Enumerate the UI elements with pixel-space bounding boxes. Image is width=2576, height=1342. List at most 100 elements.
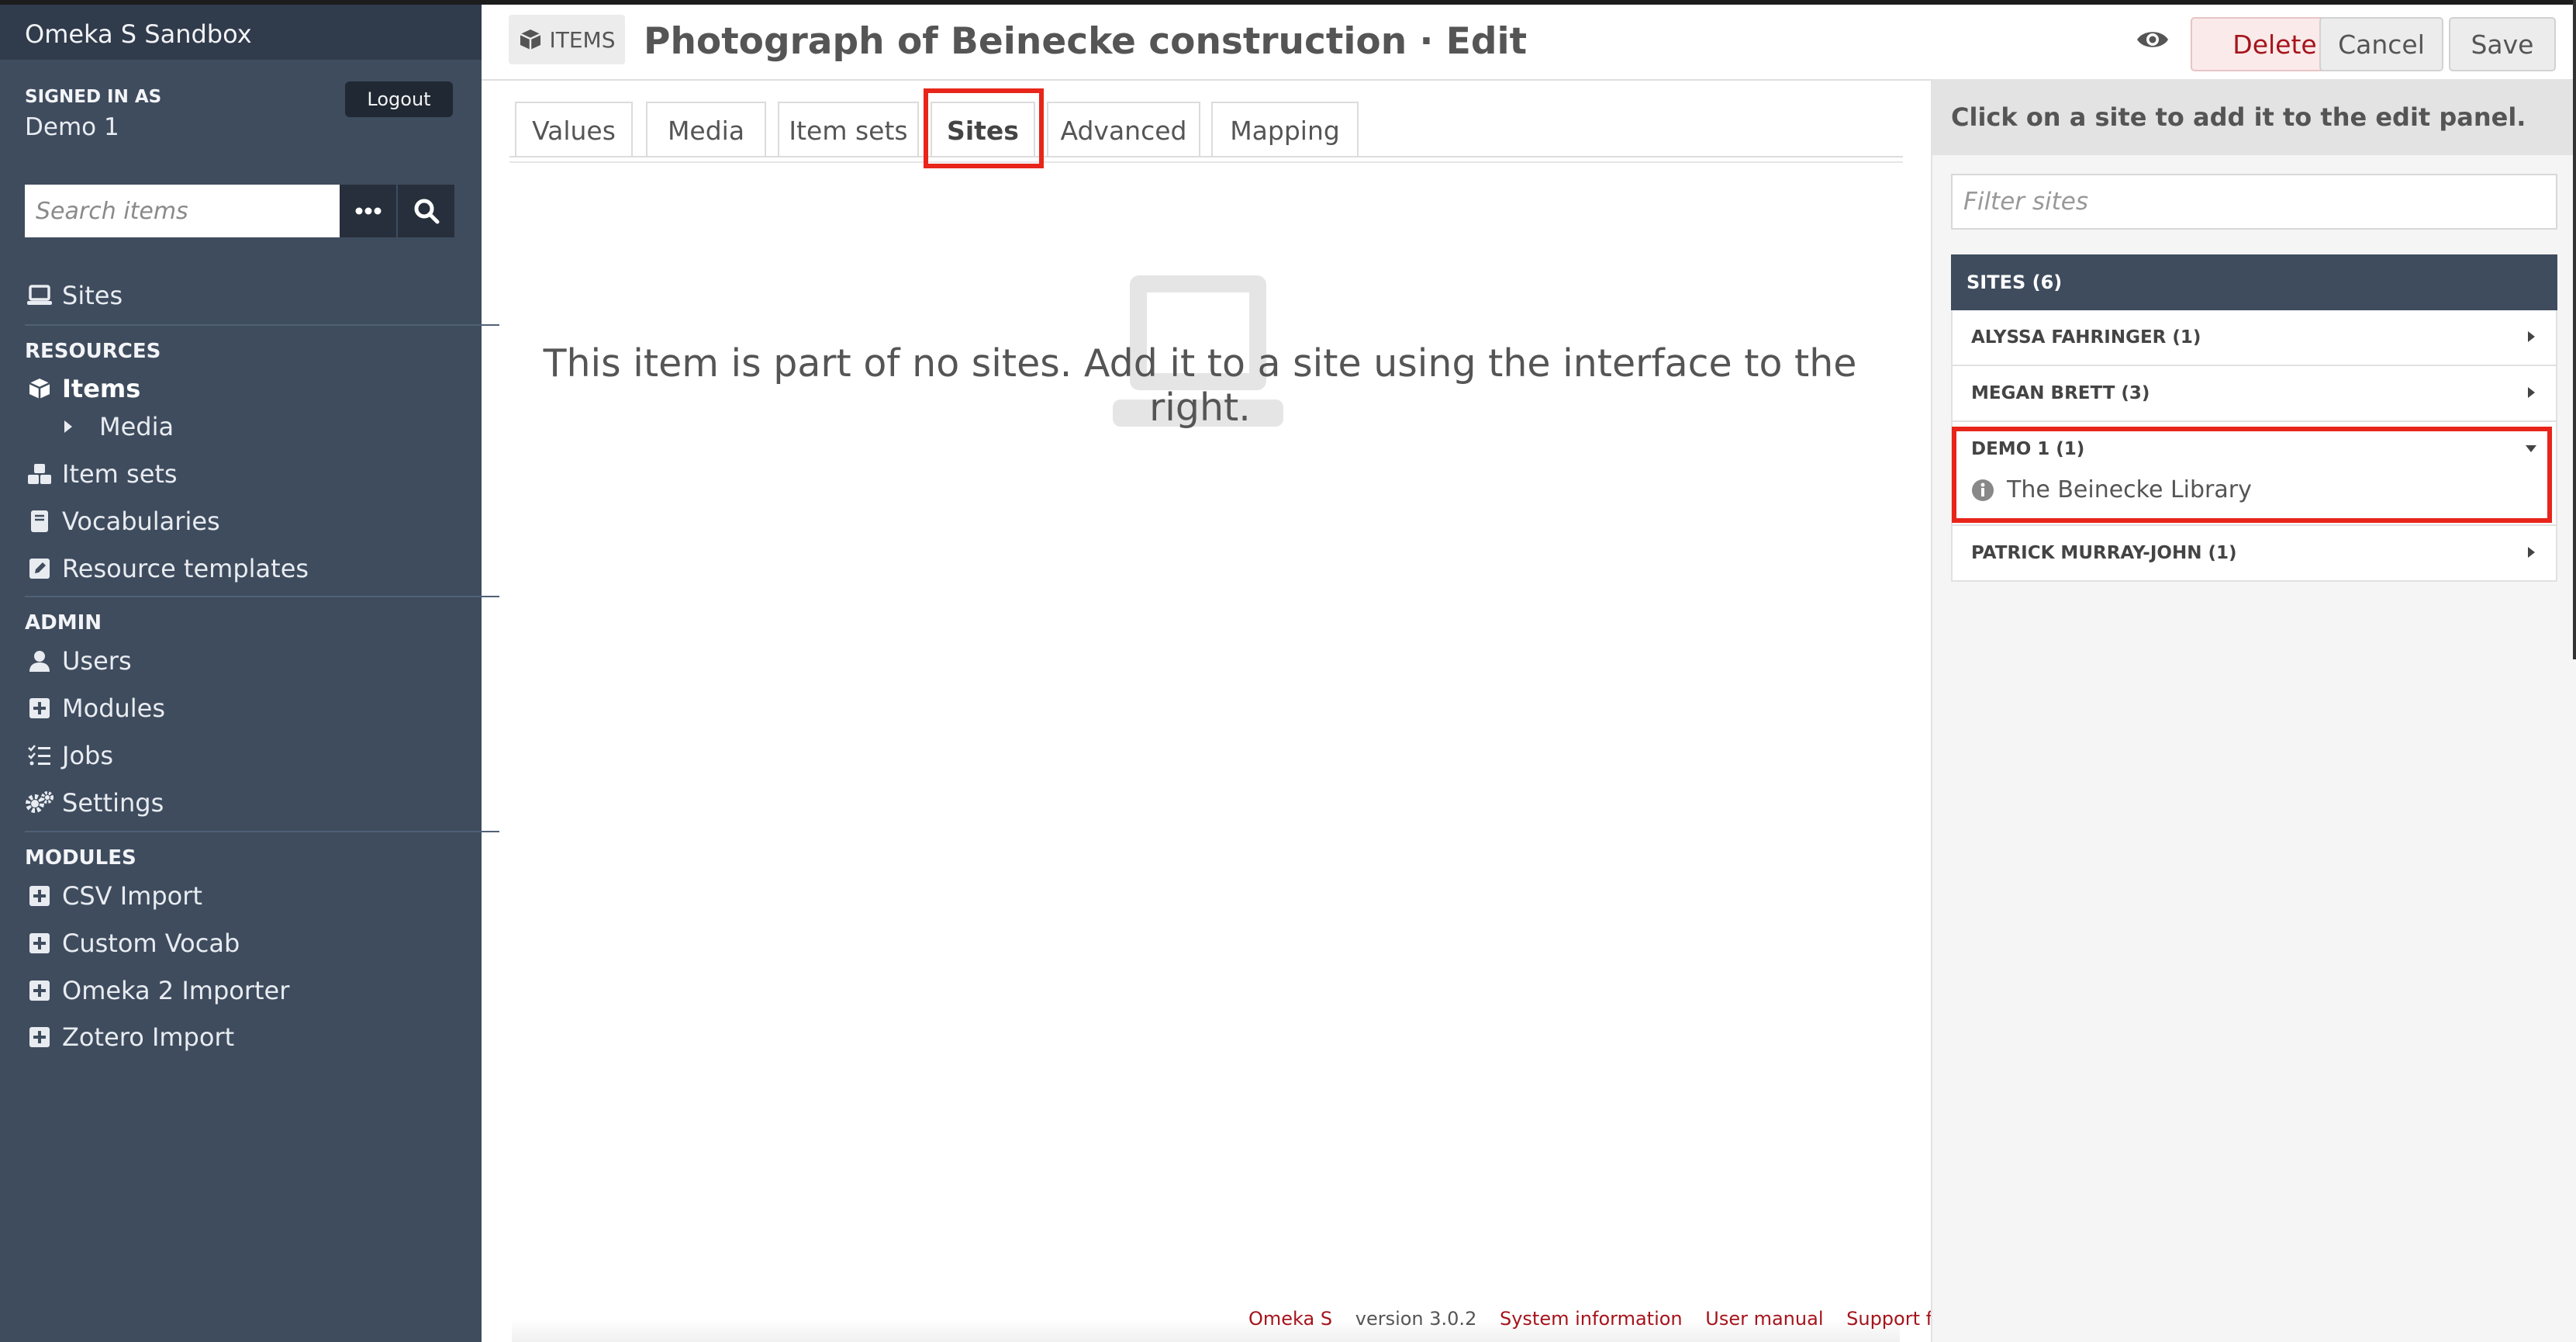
omeka-s-link[interactable]: Omeka S xyxy=(1248,1308,1332,1330)
site-brand[interactable]: Omeka S Sandbox xyxy=(0,0,482,60)
nav-omeka2-importer-label: Omeka 2 Importer xyxy=(62,976,290,1005)
site-item-beinecke-library[interactable]: The Beinecke Library xyxy=(1971,476,2252,503)
modules-heading: MODULES xyxy=(25,846,136,870)
site-group-label: MEGAN BRETT (3) xyxy=(1971,383,2150,403)
caret-right-icon xyxy=(2528,547,2535,558)
cancel-button[interactable]: Cancel xyxy=(2319,17,2443,71)
nav-media[interactable]: Media xyxy=(60,412,174,441)
nav-jobs[interactable]: Jobs xyxy=(25,741,113,770)
sidebar: Omeka S Sandbox SIGNED IN AS Demo 1 Logo… xyxy=(0,0,499,1342)
user-icon xyxy=(25,649,54,673)
plus-square-icon xyxy=(25,931,54,956)
cogs-icon xyxy=(25,790,54,815)
site-group-label: DEMO 1 (1) xyxy=(1971,439,2085,459)
window-edge xyxy=(2573,0,2576,659)
sidebar-divider xyxy=(25,831,499,832)
caret-down-icon xyxy=(2526,445,2536,452)
tab-sites[interactable]: Sites xyxy=(931,102,1035,157)
nav-item-sets[interactable]: Item sets xyxy=(25,459,178,489)
caret-right-icon xyxy=(2528,387,2535,398)
empty-sites-message: This item is part of no sites. Add it to… xyxy=(543,341,1857,430)
site-group-label: ALYSSA FAHRINGER (1) xyxy=(1971,327,2201,348)
system-information-link[interactable]: System information xyxy=(1500,1308,1683,1330)
nav-zotero-import[interactable]: Zotero Import xyxy=(25,1022,234,1052)
plus-square-icon xyxy=(25,884,54,908)
nav-users[interactable]: Users xyxy=(25,646,132,676)
sidebar-search xyxy=(25,185,454,237)
page-title: Photograph of Beinecke construction · Ed… xyxy=(644,20,1528,63)
nav-omeka2-importer[interactable]: Omeka 2 Importer xyxy=(25,976,289,1005)
cube-icon xyxy=(519,29,541,50)
nav-sites[interactable]: Sites xyxy=(25,281,123,310)
nav-zotero-import-label: Zotero Import xyxy=(62,1022,235,1052)
cubes-icon xyxy=(25,462,54,486)
caret-right-icon xyxy=(60,414,76,439)
tabs-rule-secondary xyxy=(509,161,1903,163)
sites-heading[interactable]: SITES (6) xyxy=(1951,254,2557,310)
nav-sites-label: Sites xyxy=(62,281,123,310)
plus-square-icon xyxy=(25,1025,54,1050)
tab-item-sets[interactable]: Item sets xyxy=(778,102,919,157)
tab-mapping[interactable]: Mapping xyxy=(1211,102,1359,157)
nav-jobs-label: Jobs xyxy=(62,741,113,770)
cube-icon xyxy=(25,376,54,401)
laptop-icon xyxy=(25,283,54,308)
search-input[interactable] xyxy=(25,185,340,237)
plus-square-icon xyxy=(25,696,54,721)
nav-resource-templates[interactable]: Resource templates xyxy=(25,554,309,583)
sidebar-divider xyxy=(25,324,499,326)
site-selector-panel: Click on a site to add it to the edit pa… xyxy=(1931,79,2576,1342)
panel-hint: Click on a site to add it to the edit pa… xyxy=(1932,79,2576,155)
nav-modules-label: Modules xyxy=(62,693,166,723)
resources-heading: RESOURCES xyxy=(25,340,161,363)
nav-settings-label: Settings xyxy=(62,788,164,818)
tab-media[interactable]: Media xyxy=(646,102,766,157)
nav-resource-templates-label: Resource templates xyxy=(62,554,309,583)
nav-vocabularies-label: Vocabularies xyxy=(62,507,220,536)
signed-in-label: SIGNED IN AS xyxy=(25,87,162,107)
nav-media-label: Media xyxy=(99,412,174,441)
nav-items-label: Items xyxy=(62,374,141,403)
nav-custom-vocab[interactable]: Custom Vocab xyxy=(25,929,240,958)
nav-csv-import-label: CSV Import xyxy=(62,881,202,911)
sidebar-divider xyxy=(25,596,499,597)
site-group-label: PATRICK MURRAY-JOHN (1) xyxy=(1971,543,2237,563)
user-manual-link[interactable]: User manual xyxy=(1705,1308,1823,1330)
site-item-label: The Beinecke Library xyxy=(2007,476,2252,503)
advanced-search-button[interactable] xyxy=(340,185,397,237)
nav-csv-import[interactable]: CSV Import xyxy=(25,881,202,911)
admin-heading: ADMIN xyxy=(25,611,102,635)
items-breadcrumb[interactable]: ITEMS xyxy=(509,15,625,64)
info-icon[interactable] xyxy=(1971,479,1994,502)
search-button[interactable] xyxy=(398,185,454,237)
nav-users-label: Users xyxy=(62,646,132,676)
tab-values[interactable]: Values xyxy=(515,102,633,157)
book-icon xyxy=(25,509,54,534)
nav-modules[interactable]: Modules xyxy=(25,693,165,723)
view-public-button[interactable] xyxy=(2136,26,2170,53)
page-header: ITEMS Photograph of Beinecke constructio… xyxy=(482,5,2576,81)
logout-button[interactable]: Logout xyxy=(345,81,453,117)
site-group-row[interactable]: MEGAN BRETT (3) xyxy=(1951,366,2557,422)
site-group-row[interactable]: PATRICK MURRAY-JOHN (1) xyxy=(1951,526,2557,582)
caret-right-icon xyxy=(2528,331,2535,342)
tasks-icon xyxy=(25,743,54,768)
nav-item-sets-label: Item sets xyxy=(62,459,178,489)
nav-custom-vocab-label: Custom Vocab xyxy=(62,929,240,958)
nav-settings[interactable]: Settings xyxy=(25,788,164,818)
footer: Omeka S version 3.0.2 System information… xyxy=(1248,1308,2008,1330)
nav-items[interactable]: Items xyxy=(25,374,140,403)
search-icon xyxy=(414,199,440,224)
edit-square-icon xyxy=(25,556,54,581)
eye-icon xyxy=(2137,32,2168,47)
plus-square-icon xyxy=(25,978,54,1003)
ellipsis-icon xyxy=(355,207,382,215)
version-text: version 3.0.2 xyxy=(1355,1308,1477,1330)
site-group-row-expanded[interactable]: DEMO 1 (1) The Beinecke Library xyxy=(1951,422,2557,526)
site-group-row[interactable]: ALYSSA FAHRINGER (1) xyxy=(1951,310,2557,366)
filter-sites-input[interactable] xyxy=(1951,174,2557,230)
save-button[interactable]: Save xyxy=(2449,17,2556,71)
signed-in-user[interactable]: Demo 1 xyxy=(25,113,119,141)
tab-advanced[interactable]: Advanced xyxy=(1047,102,1200,157)
nav-vocabularies[interactable]: Vocabularies xyxy=(25,507,220,536)
